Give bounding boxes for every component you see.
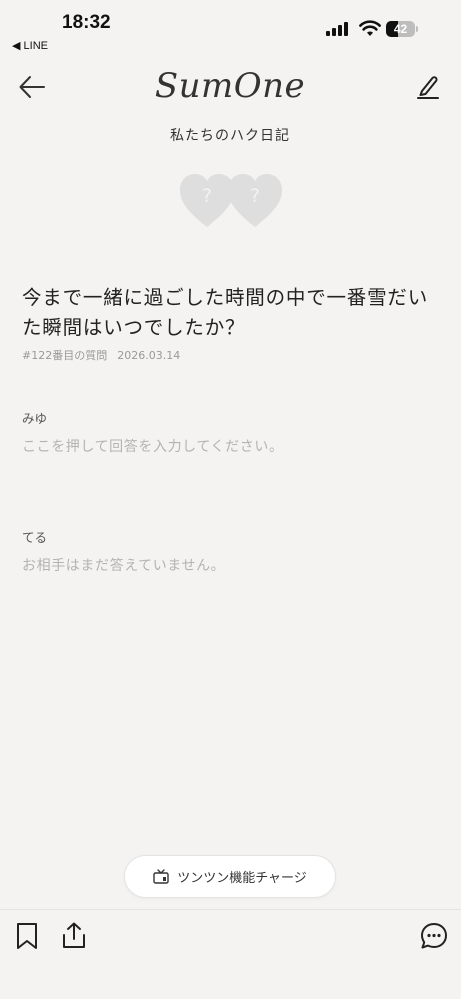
share-icon[interactable] — [58, 920, 90, 952]
heart-right-mark: ? — [250, 185, 260, 207]
heart-left-icon: ? — [180, 174, 234, 227]
answer-input-self[interactable]: ここを押して回答を入力してください。 — [22, 436, 284, 456]
question-text: 今まで一緒に過ごした時間の中で一番雪だいた瞬間はいつでしたか？ — [22, 286, 429, 339]
diary-title: 私たちのハク日記 — [170, 128, 290, 144]
answer-name-self: みゆ — [22, 411, 48, 426]
home-indicator — [160, 985, 300, 990]
tv-icon — [153, 869, 169, 884]
comment-icon[interactable] — [418, 920, 450, 952]
question-meta: #122番目の質問 2026.03.14 — [22, 347, 180, 363]
pencil-icon[interactable] — [414, 72, 442, 100]
arrow-left-icon[interactable] — [18, 74, 46, 100]
charge-button[interactable]: ツンツン機能チャージ — [124, 855, 336, 898]
battery-icon: 42 — [386, 21, 418, 37]
charge-button-label: ツンツン機能チャージ — [177, 871, 307, 886]
question-date: 2026.03.14 — [117, 349, 181, 362]
answer-status-hearts: ? ? — [180, 174, 282, 227]
back-to-line-link[interactable]: ◀ LINE — [12, 39, 48, 52]
answer-text-partner: お相手はまだ答えていません。 — [22, 558, 226, 574]
status-time: 18:32 — [62, 12, 111, 33]
bottom-divider — [0, 909, 461, 910]
signal-icon — [326, 22, 352, 36]
battery-level: 42 — [393, 22, 408, 36]
heart-right-icon: ? — [228, 174, 282, 227]
answer-name-partner: てる — [22, 530, 48, 545]
screen: 18:32 ◀ LINE 42 SumOne 私たちのハク日記 ? ? 今まで一… — [0, 0, 461, 999]
bookmark-icon[interactable] — [12, 920, 44, 952]
app-logo: SumOne — [154, 66, 306, 106]
heart-left-mark: ? — [202, 185, 212, 207]
wifi-icon — [359, 20, 381, 36]
question-number: #122番目の質問 — [22, 349, 108, 362]
